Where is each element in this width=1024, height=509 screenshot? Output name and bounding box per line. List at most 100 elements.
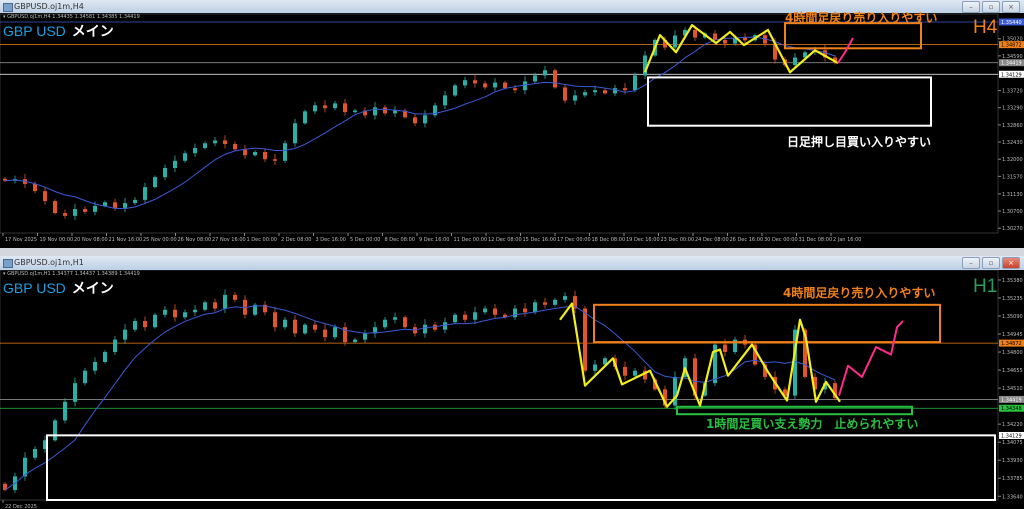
x-tick-label: 5 Dec 00:00 — [350, 237, 380, 243]
candle-body — [273, 312, 277, 328]
candle-body — [63, 213, 67, 216]
candle-body — [213, 140, 217, 144]
x-tick-label: 17 Nov 2025 — [5, 237, 37, 243]
x-tick-label: 18 Dec 08:00 — [592, 237, 626, 243]
chart-window-icon — [3, 3, 13, 12]
chart-window-h1[interactable]: 1.35380 1.35235 1.35090 1.34945 1.34800 1.346… — [0, 270, 1024, 509]
candle-body — [593, 364, 597, 371]
candle-body — [553, 299, 557, 305]
candle-body — [53, 420, 57, 441]
candle-body — [193, 148, 197, 154]
candle-body — [163, 167, 167, 178]
close-icon[interactable]: × — [1002, 257, 1020, 269]
candle-body — [623, 366, 627, 376]
candle-body — [643, 55, 647, 76]
window-titlebar-h1[interactable]: GBPUSD.oj1m,H1 – ▫ × — [0, 256, 1024, 270]
price-label: 1.34129 — [1001, 433, 1022, 439]
candle-body — [723, 344, 727, 353]
candle-body — [153, 314, 157, 328]
symbol-label: GBP USD メイン — [3, 278, 114, 298]
candle-body — [503, 82, 507, 89]
ohlc-legend: ▾ GBPUSD.oj1m,H4 1.34435 1.34581 1.34385… — [3, 14, 140, 20]
candle-body — [333, 103, 337, 109]
candle-body — [673, 376, 677, 406]
minimize-icon[interactable]: – — [962, 1, 980, 13]
candle-body — [423, 324, 427, 334]
candle-body — [543, 70, 547, 76]
restore-icon[interactable]: ▫ — [982, 1, 1000, 13]
candle-body — [93, 205, 97, 212]
candle-body — [453, 314, 457, 323]
candle-body — [633, 370, 637, 376]
y-tick-label: 1.33290 — [1002, 106, 1023, 112]
candle-body — [233, 294, 237, 300]
x-tick-label: 22 Dec 2025 — [5, 504, 37, 509]
restore-icon[interactable]: ▫ — [982, 257, 1000, 269]
y-tick-label: 1.33640 — [1002, 494, 1023, 500]
candle-body — [603, 90, 607, 94]
candle-body — [723, 39, 727, 44]
x-tick-label: 3 Dec 16:00 — [316, 237, 346, 243]
y-tick-label: 1.35235 — [1002, 296, 1023, 302]
price-label: 1.34129 — [1001, 72, 1022, 78]
candle-body — [563, 87, 567, 101]
symbol-name: GBP USD — [3, 280, 66, 296]
price-label: 1.35440 — [1001, 20, 1022, 26]
price-chart-h1[interactable]: 1.35380 1.35235 1.35090 1.34945 1.34800 1.346… — [0, 270, 1024, 509]
candle-body — [113, 339, 117, 353]
candle-body — [583, 308, 587, 371]
x-tick-label: 30 Dec 00:00 — [764, 237, 798, 243]
candle-body — [483, 83, 487, 88]
minimize-icon[interactable]: – — [962, 257, 980, 269]
x-tick-label: 20 Nov 08:00 — [74, 237, 108, 243]
candle-body — [233, 144, 237, 150]
candle-body — [633, 75, 637, 91]
candle-body — [173, 309, 177, 318]
candle-body — [493, 82, 497, 88]
x-tick-label: 17 Dec 00:00 — [557, 237, 591, 243]
candle-body — [163, 309, 167, 315]
y-tick-label: 1.32000 — [1002, 157, 1023, 163]
candle-body — [453, 85, 457, 96]
y-tick-label: 1.31130 — [1002, 192, 1023, 198]
candle-body — [523, 308, 527, 313]
candle-body — [323, 329, 327, 338]
candle-body — [343, 103, 347, 113]
price-chart-h4[interactable]: 1.350201.345901.337201.332901.328601.324… — [0, 13, 1024, 248]
x-tick-label: 26 Dec 16:00 — [730, 237, 764, 243]
candle-body — [413, 117, 417, 124]
candle-body — [593, 90, 597, 93]
window-title: GBPUSD.oj1m,H1 — [14, 258, 84, 267]
candle-body — [623, 88, 627, 91]
candle-body — [83, 209, 87, 212]
y-tick-label: 1.32430 — [1002, 140, 1023, 146]
candle-body — [353, 339, 357, 343]
candle-body — [383, 319, 387, 328]
candle-body — [293, 319, 297, 334]
price-label: 1.34419 — [1001, 397, 1022, 403]
annotation-daily-buy-zone: 日足押し目買い入りやすい — [787, 135, 932, 149]
x-tick-label: 19 Nov 00:00 — [40, 237, 74, 243]
candle-body — [293, 123, 297, 144]
price-label: 1.34419 — [1001, 61, 1022, 67]
candle-body — [443, 322, 447, 330]
candle-body — [103, 202, 107, 206]
x-tick-label: 11 Dec 00:00 — [454, 237, 488, 243]
chart-window-h4[interactable]: 1.35020 1.34590 1.33720 1.33290 1.32860 1.324… — [0, 11, 1024, 248]
candle-body — [303, 111, 307, 124]
close-icon[interactable]: × — [1002, 1, 1020, 13]
candle-body — [533, 75, 537, 82]
candle-body — [513, 88, 517, 91]
candle-body — [203, 302, 207, 310]
x-tick-label: 27 Nov 16:00 — [212, 237, 246, 243]
candle-body — [173, 160, 177, 168]
timeframe-label: H1 — [973, 276, 998, 297]
candle-body — [43, 191, 47, 202]
candle-body — [283, 143, 287, 161]
timeframe-label: H4 — [973, 17, 998, 38]
candle-body — [283, 319, 287, 328]
price-label: 1.34872 — [1001, 341, 1022, 347]
y-tick-label: 1.34220 — [1002, 422, 1023, 428]
candle-body — [123, 329, 127, 340]
candle-body — [423, 115, 427, 124]
